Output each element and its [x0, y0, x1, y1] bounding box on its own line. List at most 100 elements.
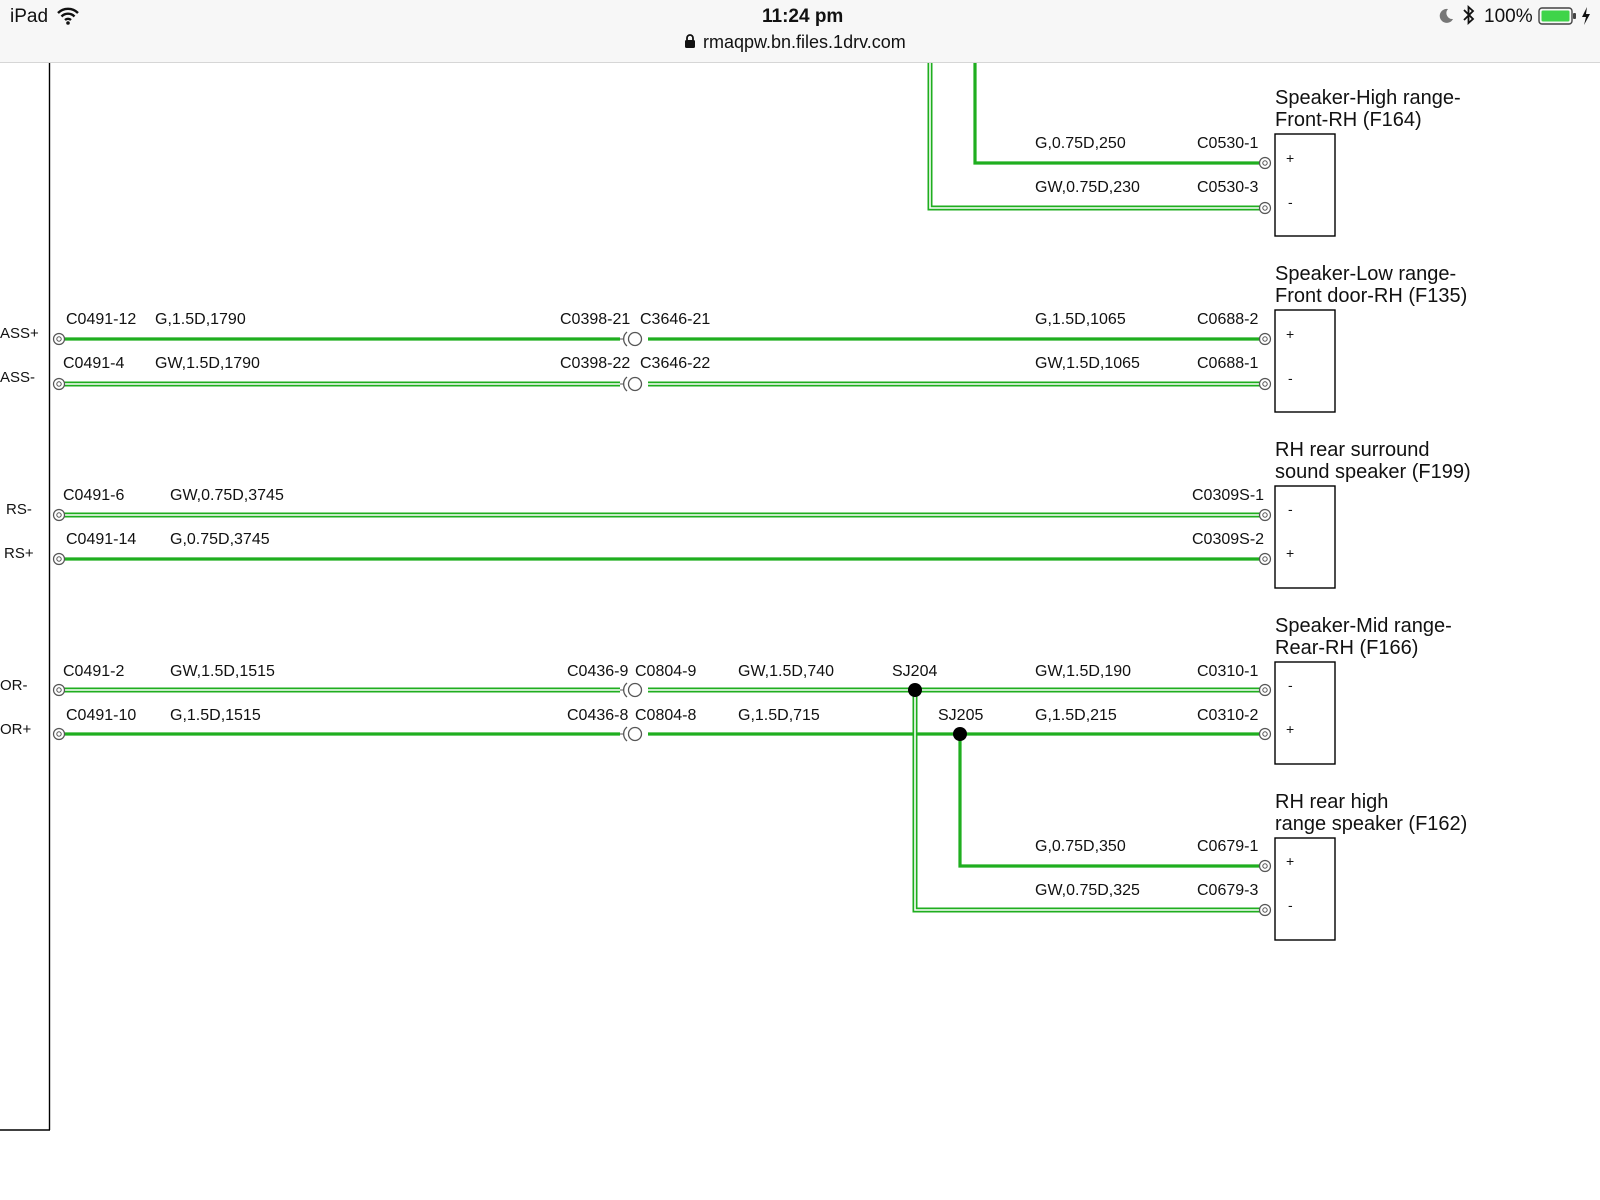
- label-rs-bot-c2: C0309S-2: [1192, 531, 1264, 548]
- label-bass-bot-spec2: GW,1.5D,1065: [1035, 355, 1140, 372]
- speaker-title-f135-line2: Front door-RH (F135): [1275, 285, 1467, 307]
- clock-time: 11:24 pm: [762, 6, 844, 27]
- speaker-title-f166-line1: Speaker-Mid range-: [1275, 615, 1452, 637]
- label-bass-top-c3: C3646-21: [640, 311, 710, 328]
- label-or-top-c3: C0804-9: [635, 663, 696, 680]
- speaker-box-f162: [1274, 837, 1336, 941]
- label-or-bot-c1: C0491-10: [66, 707, 136, 724]
- speaker-title-f135-line1: Speaker-Low range-: [1275, 263, 1456, 285]
- label-bass-bot-c1: C0491-4: [63, 355, 124, 372]
- label-bass-top-c1: C0491-12: [66, 311, 136, 328]
- label-f162-top-spec: G,0.75D,350: [1035, 838, 1126, 855]
- lock-icon: [684, 34, 696, 54]
- pin-f162-bottom: -: [1288, 897, 1293, 913]
- terminal-c0679-3: [1258, 903, 1272, 917]
- inline-connector-c0436-8: [619, 726, 643, 742]
- terminal-c0491-2: [52, 683, 66, 697]
- terminal-c0491-14: [52, 552, 66, 566]
- pin-f135-bottom: -: [1288, 370, 1293, 386]
- label-f164-top-spec: G,0.75D,250: [1035, 135, 1126, 152]
- url-address[interactable]: rmaqpw.bn.files.1drv.com: [703, 32, 906, 53]
- terminal-c0491-10: [52, 727, 66, 741]
- label-f162-bot-conn: C0679-3: [1197, 882, 1258, 899]
- inline-connector-c0436-9: [619, 682, 643, 698]
- wiring-diagram: ASS+ ASS- RS- RS+ OR- OR+ G,0.75D,250 C0…: [0, 62, 1471, 1131]
- speaker-title-f164-line1: Speaker-High range-: [1275, 87, 1461, 109]
- splice-junction-sj204: [908, 683, 922, 697]
- terminal-c0309s-2: [1258, 552, 1272, 566]
- bluetooth-icon: [1462, 4, 1476, 30]
- speaker-title-f166-line2: Rear-RH (F166): [1275, 637, 1418, 659]
- left-label-bass-minus: ASS-: [0, 369, 35, 386]
- left-label-or-minus: OR-: [0, 677, 28, 694]
- terminal-c0310-2: [1258, 727, 1272, 741]
- left-label-bass-plus: ASS+: [0, 325, 39, 342]
- label-bass-top-spec2: G,1.5D,1065: [1035, 311, 1126, 328]
- label-f164-top-conn: C0530-1: [1197, 135, 1258, 152]
- inline-connector-c0398-21: [619, 331, 643, 347]
- pin-f199-bottom: +: [1286, 545, 1294, 561]
- terminal-c0310-1: [1258, 683, 1272, 697]
- label-bass-bot-spec1: GW,1.5D,1790: [155, 355, 260, 372]
- label-rs-bot-c1: C0491-14: [66, 531, 136, 548]
- terminal-c0688-2: [1258, 332, 1272, 346]
- label-or-bot-spec2: G,1.5D,715: [738, 707, 820, 724]
- pin-f164-top: +: [1286, 150, 1294, 166]
- terminal-c0491-12: [52, 332, 66, 346]
- terminal-c0679-1: [1258, 859, 1272, 873]
- browser-status-bar: iPad 11:24 pm rmaqpw.bn.files.1drv.com 1…: [0, 0, 1600, 63]
- label-or-top-spec2: GW,1.5D,740: [738, 663, 834, 680]
- label-rs-top-c2: C0309S-1: [1192, 487, 1264, 504]
- label-or-top-spec3: GW,1.5D,190: [1035, 663, 1131, 680]
- label-sj204: SJ204: [892, 663, 937, 680]
- label-or-bot-spec3: G,1.5D,215: [1035, 707, 1117, 724]
- label-rs-top-c1: C0491-6: [63, 487, 124, 504]
- label-f162-bot-spec: GW,0.75D,325: [1035, 882, 1140, 899]
- label-f164-bot-spec: GW,0.75D,230: [1035, 179, 1140, 196]
- speaker-title-f199-line2: sound speaker (F199): [1275, 461, 1471, 483]
- label-bass-top-c4: C0688-2: [1197, 311, 1258, 328]
- pin-f164-bottom: -: [1288, 194, 1293, 210]
- label-rs-top-spec: GW,0.75D,3745: [170, 487, 284, 504]
- label-bass-top-c2: C0398-21: [560, 311, 630, 328]
- terminal-c0491-6: [52, 508, 66, 522]
- wifi-icon: [56, 6, 80, 31]
- label-bass-bot-c3: C3646-22: [640, 355, 710, 372]
- left-label-rs-plus: RS+: [4, 545, 34, 562]
- label-bass-bot-c2: C0398-22: [560, 355, 630, 372]
- terminal-c0688-1: [1258, 377, 1272, 391]
- moon-icon: [1438, 8, 1454, 29]
- pin-f199-top: -: [1288, 501, 1293, 517]
- speaker-title-f164-line2: Front-RH (F164): [1275, 109, 1422, 131]
- terminal-c0530-1: [1258, 156, 1272, 170]
- label-bass-bot-c4: C0688-1: [1197, 355, 1258, 372]
- battery-icon: [1538, 6, 1578, 31]
- label-bass-top-spec1: G,1.5D,1790: [155, 311, 246, 328]
- label-or-bot-c4: C0310-2: [1197, 707, 1258, 724]
- left-label-or-plus: OR+: [0, 721, 32, 738]
- speaker-box-f135: [1274, 309, 1336, 413]
- speaker-title-f162-line1: RH rear high: [1275, 791, 1388, 813]
- charging-icon: [1580, 6, 1592, 31]
- speaker-title-f162-line2: range speaker (F162): [1275, 813, 1467, 835]
- label-f162-top-conn: C0679-1: [1197, 838, 1258, 855]
- left-label-rs-minus: RS-: [6, 501, 32, 518]
- terminal-c0491-4: [52, 377, 66, 391]
- label-f164-bot-conn: C0530-3: [1197, 179, 1258, 196]
- speaker-box-f166: [1274, 661, 1336, 765]
- device-name: iPad: [10, 6, 49, 27]
- splice-junction-sj205: [953, 727, 967, 741]
- pin-f162-top: +: [1286, 853, 1294, 869]
- terminal-c0530-3: [1258, 201, 1272, 215]
- speaker-box-f164: [1274, 133, 1336, 237]
- label-sj205: SJ205: [938, 707, 983, 724]
- label-or-top-spec1: GW,1.5D,1515: [170, 663, 275, 680]
- label-or-top-c4: C0310-1: [1197, 663, 1258, 680]
- label-or-top-c1: C0491-2: [63, 663, 124, 680]
- pin-f135-top: +: [1286, 326, 1294, 342]
- battery-percent: 100%: [1484, 6, 1533, 27]
- inline-connector-c0398-22: [619, 376, 643, 392]
- label-or-bot-c2: C0436-8: [567, 707, 628, 724]
- label-or-top-c2: C0436-9: [567, 663, 628, 680]
- label-or-bot-spec1: G,1.5D,1515: [170, 707, 261, 724]
